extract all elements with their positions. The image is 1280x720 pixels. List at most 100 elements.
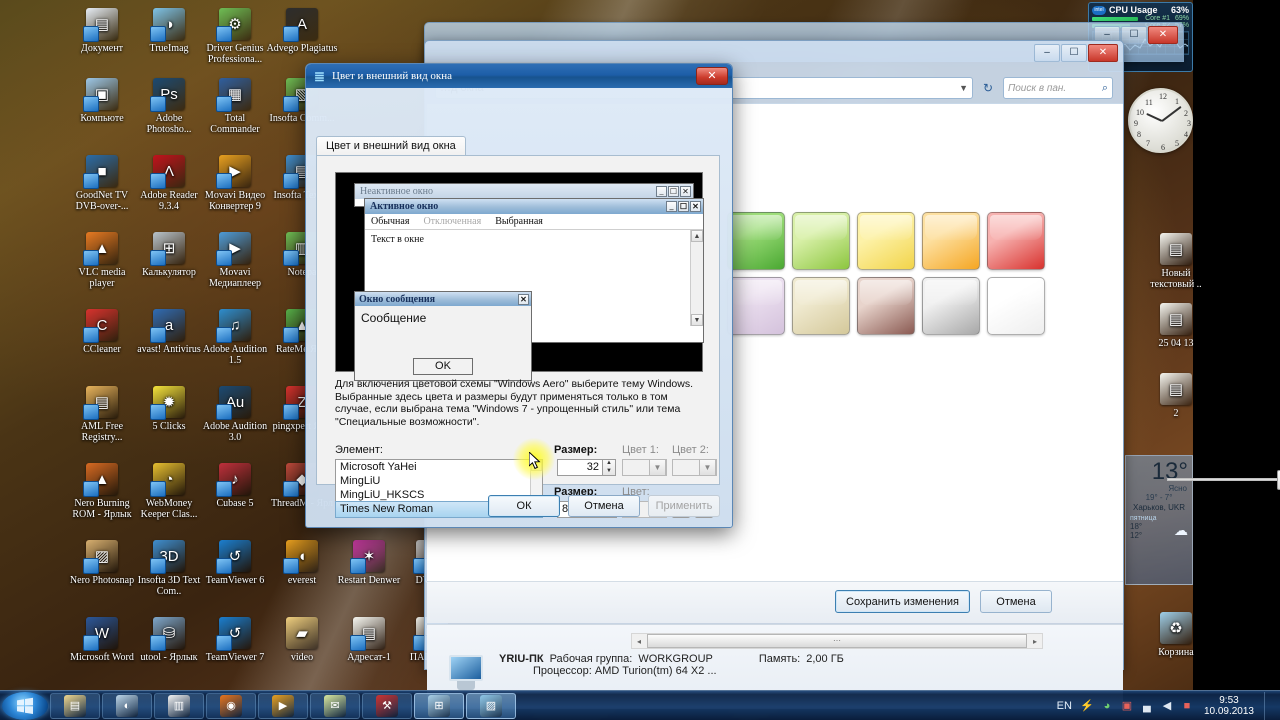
dialog-title-bar[interactable]: ≣ Цвет и внешний вид окна ✕ [306,64,732,88]
desktop-icon[interactable]: PsAdobe Photosho... [133,78,205,135]
desktop-icon[interactable]: ■GoodNet TV DVB-over-... [66,155,138,212]
desktop-icon[interactable]: ♫Adobe Audition 1.5 [199,309,271,366]
desktop-icon[interactable]: ▤Документ [66,8,138,54]
taskbar[interactable]: ▤◐▥◉▶✉⚒⊞▨ EN ⚡ ◕ ▣ ▄ ◀ ■ 9:53 10.09.2013 [0,690,1280,720]
desktop-icon[interactable]: WMicrosoft Word [66,617,138,663]
taskbar-item-firefox[interactable]: ◉ [206,693,256,719]
maximize-button[interactable]: ☐ [1061,44,1087,62]
tray-icon-action-center[interactable]: ■ [1180,699,1194,713]
desktop-icon[interactable]: ▲Nero Burning ROM - Ярлык [66,463,138,520]
color-swatch-lavender[interactable] [727,277,785,335]
taskbar-item-appearance-settings[interactable]: ▨ [466,693,516,719]
color-swatch-yellow[interactable] [857,212,915,270]
desktop-icon[interactable]: AAdvego Plagiatus [266,8,338,54]
horizontal-scrollbar[interactable]: ◂ ⋯ ▸ [631,633,1043,649]
desktop-icon-glyph-icon: ▲ [86,463,118,495]
search-input[interactable]: Поиск в пан. ⌕ [1003,77,1113,99]
dialog-close-button[interactable]: ✕ [696,67,728,85]
desktop-icon[interactable]: ♻Корзина [1140,612,1212,658]
desktop-icon[interactable]: ⛁utool - Ярлык [133,617,205,663]
desktop-icon[interactable]: ▣Компьюте [66,78,138,124]
desktop-icon[interactable]: 3DInsofta 3D Text Com.. [133,540,205,597]
spin-up-icon[interactable]: ▲ [603,460,615,468]
scroll-left-arrow[interactable]: ◂ [632,637,646,646]
ok-button[interactable]: ОК [488,495,560,517]
tray-icon-volume[interactable]: ◀ [1160,699,1174,713]
desktop-icon[interactable]: ◑TrueImag [133,8,205,54]
color1-combo: ▼ [622,459,667,476]
chevron-down-icon[interactable]: ▼ [959,83,968,93]
desktop-icon[interactable]: AuAdobe Audition 3.0 [199,386,271,443]
color-swatch-green[interactable] [727,212,785,270]
color-swatch-orange[interactable] [922,212,980,270]
language-indicator[interactable]: EN [1057,700,1074,712]
taskbar-item-media-player[interactable]: ▶ [258,693,308,719]
weather-gadget[interactable]: 13° Ясно 19° - 7° Харьков, UKR пятница 1… [1125,455,1193,585]
desktop-icon-glyph-icon: ⚙ [219,8,251,40]
show-desktop-button[interactable] [1264,692,1274,720]
start-button[interactable] [2,692,48,720]
desktop-icon[interactable]: ↺TeamViewer 6 [199,540,271,586]
window-color-appearance-dialog[interactable]: ≣ Цвет и внешний вид окна ✕ Цвет и внешн… [305,63,733,528]
desktop-icon[interactable]: aavast! Antivirus [133,309,205,355]
desktop-icon[interactable]: ⚙Driver Genius Professiona... [199,8,271,65]
clock-gadget[interactable]: 12 1 2 3 4 5 6 7 8 9 10 11 [1128,88,1193,153]
list-item[interactable]: Microsoft YaHei [336,460,542,474]
search-icon[interactable]: ⌕ [1102,82,1108,95]
spin-down-icon[interactable]: ▼ [603,468,615,476]
tray-icon-2[interactable]: ▣ [1120,699,1134,713]
desktop-icon[interactable]: ΛAdobe Reader 9.3.4 [133,155,205,212]
close-button[interactable]: ✕ [1148,26,1178,44]
scroll-right-arrow[interactable]: ▸ [1028,637,1042,646]
desktop-icon[interactable]: ▤Новый текстовый .. [1140,233,1212,290]
tab-window-color-appearance[interactable]: Цвет и внешний вид окна [316,136,466,156]
refresh-icon[interactable]: ↻ [977,77,999,99]
desktop-icon[interactable]: ▦Total Commander [199,78,271,135]
save-changes-button[interactable]: Сохранить изменения [835,590,970,613]
desktop-icon[interactable]: ✹5 Clicks [133,386,205,432]
size1-input[interactable]: 32 [557,459,603,476]
taskbar-item-mail[interactable]: ✉ [310,693,360,719]
minimize-button[interactable]: – [1034,44,1060,62]
color-swatch-brown[interactable] [857,277,915,335]
desktop-icon[interactable]: ▤AML Free Registry... [66,386,138,443]
desktop-icon-glyph-icon: ↺ [219,617,251,649]
desktop-icon[interactable]: ▰video [266,617,338,663]
desktop-icon[interactable]: ▶Movavi Видео Конвертер 9 [199,155,271,212]
taskbar-item-control-panel[interactable]: ⊞ [414,693,464,719]
desktop-icon[interactable]: ✶Restart Denwer [333,540,405,586]
cancel-button[interactable]: Отмена [980,590,1052,613]
taskbar-item-word-document[interactable]: ▥ [154,693,204,719]
color-swatch-gray[interactable] [922,277,980,335]
desktop-icon[interactable]: CCCleaner [66,309,138,355]
intensity-slider-track[interactable] [1167,478,1280,481]
cancel-button[interactable]: Отмена [568,495,640,517]
desktop-icon[interactable]: ⊞Калькулятор [133,232,205,278]
list-item[interactable]: MingLiU [336,474,542,488]
desktop-icon[interactable]: ▨Nero Photosnap [66,540,138,586]
tray-icon-network[interactable]: ▄ [1140,699,1154,713]
desktop-icon[interactable]: ▤2 [1140,373,1212,419]
maximize-button[interactable]: ☐ [1121,26,1147,44]
taskbar-clock[interactable]: 9:53 10.09.2013 [1200,695,1258,717]
scrollbar-thumb[interactable]: ⋯ [647,634,1027,648]
taskbar-item-media-center[interactable]: ◐ [102,693,152,719]
desktop-icon[interactable]: ▤Адресат-1 [333,617,405,663]
taskbar-item-explorer[interactable]: ▤ [50,693,100,719]
tray-icon-1[interactable]: ◕ [1100,699,1114,713]
desktop-icon[interactable]: ◔WebMoney Keeper Clas... [133,463,205,520]
size1-spinner[interactable]: ▲ ▼ [603,459,616,476]
desktop-icon[interactable]: ▶Movavi Медиаплеер [199,232,271,289]
desktop-icon[interactable]: ♪Cubase 5 [199,463,271,509]
color-swatch-red[interactable] [987,212,1045,270]
desktop-icon[interactable]: ↺TeamViewer 7 [199,617,271,663]
color-swatch-khaki[interactable] [792,277,850,335]
desktop-icon[interactable]: ▲VLC media player [66,232,138,289]
close-button[interactable]: ✕ [1088,44,1118,62]
desktop-icon[interactable]: ◖everest [266,540,338,586]
color-swatch-white[interactable] [987,277,1045,335]
desktop-icon[interactable]: ▤25 04 13 [1140,303,1212,349]
tray-icon-0[interactable]: ⚡ [1080,699,1094,713]
taskbar-item-tool[interactable]: ⚒ [362,693,412,719]
color-swatch-lime[interactable] [792,212,850,270]
